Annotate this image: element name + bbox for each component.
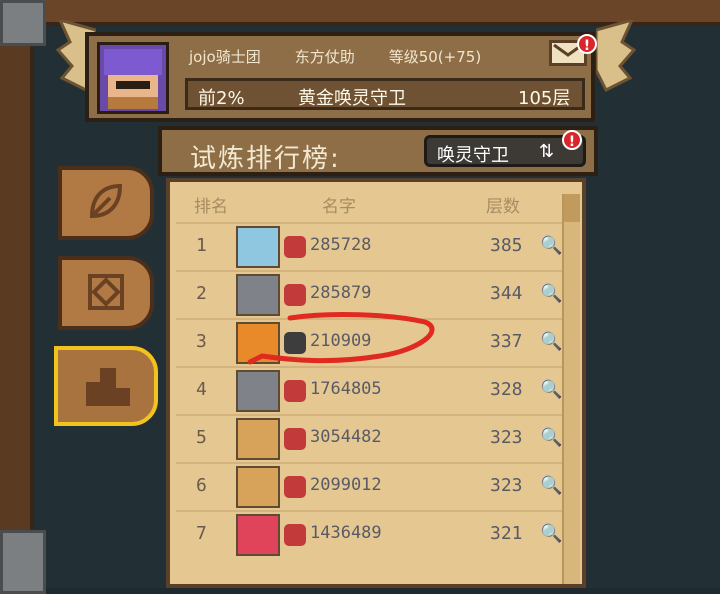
pet-badge-icon [284,284,306,306]
mode-alert-badge: ! [562,130,582,150]
rank-summary: 前2% 黄金唤灵守卫 105层 [185,78,585,110]
side-tab-diamond[interactable] [58,256,154,330]
avatar-beard [108,97,158,109]
stone-corner-top [0,0,46,46]
profile-info-row: jojo骑士团 东方仗助 等级50(+75) [189,46,589,70]
row-player-id: 1764805 [310,379,382,399]
mode-label: 唤灵守卫 [437,145,509,166]
leaderboard-row[interactable]: 6 2099012 323 🔍 [176,462,562,510]
pet-avatar[interactable] [236,418,280,460]
row-player-id: 285728 [310,235,372,255]
magnifier-icon[interactable]: 🔍 [540,332,562,352]
side-tab-leaf[interactable] [58,166,154,240]
mail-alert-badge: ! [577,34,597,54]
row-floors: 323 [490,475,523,496]
pet-avatar[interactable] [236,226,280,268]
diamond-icon [88,274,124,310]
header-floors: 层数 [486,197,520,217]
pet-avatar[interactable] [236,370,280,412]
row-rank: 7 [196,523,207,544]
left-wood-frame [0,0,34,588]
row-player-id: 3054482 [310,427,382,447]
player-level: 等级50(+75) [388,48,482,66]
podium-icon [86,368,130,406]
magnifier-icon[interactable]: 🔍 [540,284,562,304]
row-floors: 323 [490,427,523,448]
leaf-icon [89,183,123,219]
leaderboard-row[interactable]: 3 210909 337 🔍 [176,318,562,366]
pet-badge-icon [284,380,306,402]
avatar-eyes [116,81,150,89]
pet-badge-icon [284,524,306,546]
pet-badge-icon [284,332,306,354]
leaderboard-row[interactable]: 7 1436489 321 🔍 [176,510,562,558]
row-floors: 385 [490,235,523,256]
header-rank: 排名 [194,197,228,217]
leaderboard-header: 排名 名字 层数 [170,192,560,220]
row-rank: 3 [196,331,207,352]
row-rank: 4 [196,379,207,400]
row-player-id: 2099012 [310,475,382,495]
pet-avatar[interactable] [236,274,280,316]
profile-card: jojo骑士团 东方仗助 等级50(+75) 前2% 黄金唤灵守卫 105层 ! [85,32,597,122]
leaderboard-panel: 排名 名字 层数 1 285728 385 🔍 2 285879 344 🔍 3… [166,178,586,588]
floor-count: 105层 [518,88,571,109]
scroll-up-arrow[interactable] [564,194,580,222]
row-rank: 6 [196,475,207,496]
magnifier-icon[interactable]: 🔍 [540,236,562,256]
percentile: 前2% [198,88,245,109]
stone-corner-bottom [0,530,46,594]
pet-badge-icon [284,476,306,498]
row-rank: 2 [196,283,207,304]
row-player-id: 210909 [310,331,372,351]
row-rank: 1 [196,235,207,256]
leaderboard-row[interactable]: 1 285728 385 🔍 [176,222,562,270]
leaderboard-row[interactable]: 4 1764805 328 🔍 [176,366,562,414]
avatar[interactable] [97,42,169,114]
row-floors: 328 [490,379,523,400]
pet-avatar[interactable] [236,466,280,508]
magnifier-icon[interactable]: 🔍 [540,524,562,544]
pet-avatar[interactable] [236,322,280,364]
guild-name: jojo骑士团 [189,48,261,66]
pet-badge-icon [284,236,306,258]
avatar-hair [104,49,162,75]
swap-icon: ⇅ [539,141,555,162]
pet-badge-icon [284,428,306,450]
tier-title: 黄金唤灵守卫 [298,88,406,109]
magnifier-icon[interactable]: 🔍 [540,476,562,496]
row-floors: 337 [490,331,523,352]
leaderboard-row[interactable]: 5 3054482 323 🔍 [176,414,562,462]
magnifier-icon[interactable]: 🔍 [540,380,562,400]
side-tab-ranking[interactable] [54,346,158,426]
row-floors: 344 [490,283,523,304]
scrollbar[interactable] [562,194,580,584]
pet-avatar[interactable] [236,514,280,556]
row-player-id: 285879 [310,283,372,303]
wing-right-icon [596,20,636,93]
row-rank: 5 [196,427,207,448]
leaderboard-row[interactable]: 2 285879 344 🔍 [176,270,562,318]
header-name: 名字 [322,197,356,217]
magnifier-icon[interactable]: 🔍 [540,428,562,448]
leaderboard-title-bar: 试炼排行榜: 唤灵守卫 ⇅ ! [158,126,598,176]
row-player-id: 1436489 [310,523,382,543]
leaderboard-title: 试炼排行榜: [190,144,341,174]
row-floors: 321 [490,523,523,544]
player-name: 东方仗助 [294,48,355,66]
